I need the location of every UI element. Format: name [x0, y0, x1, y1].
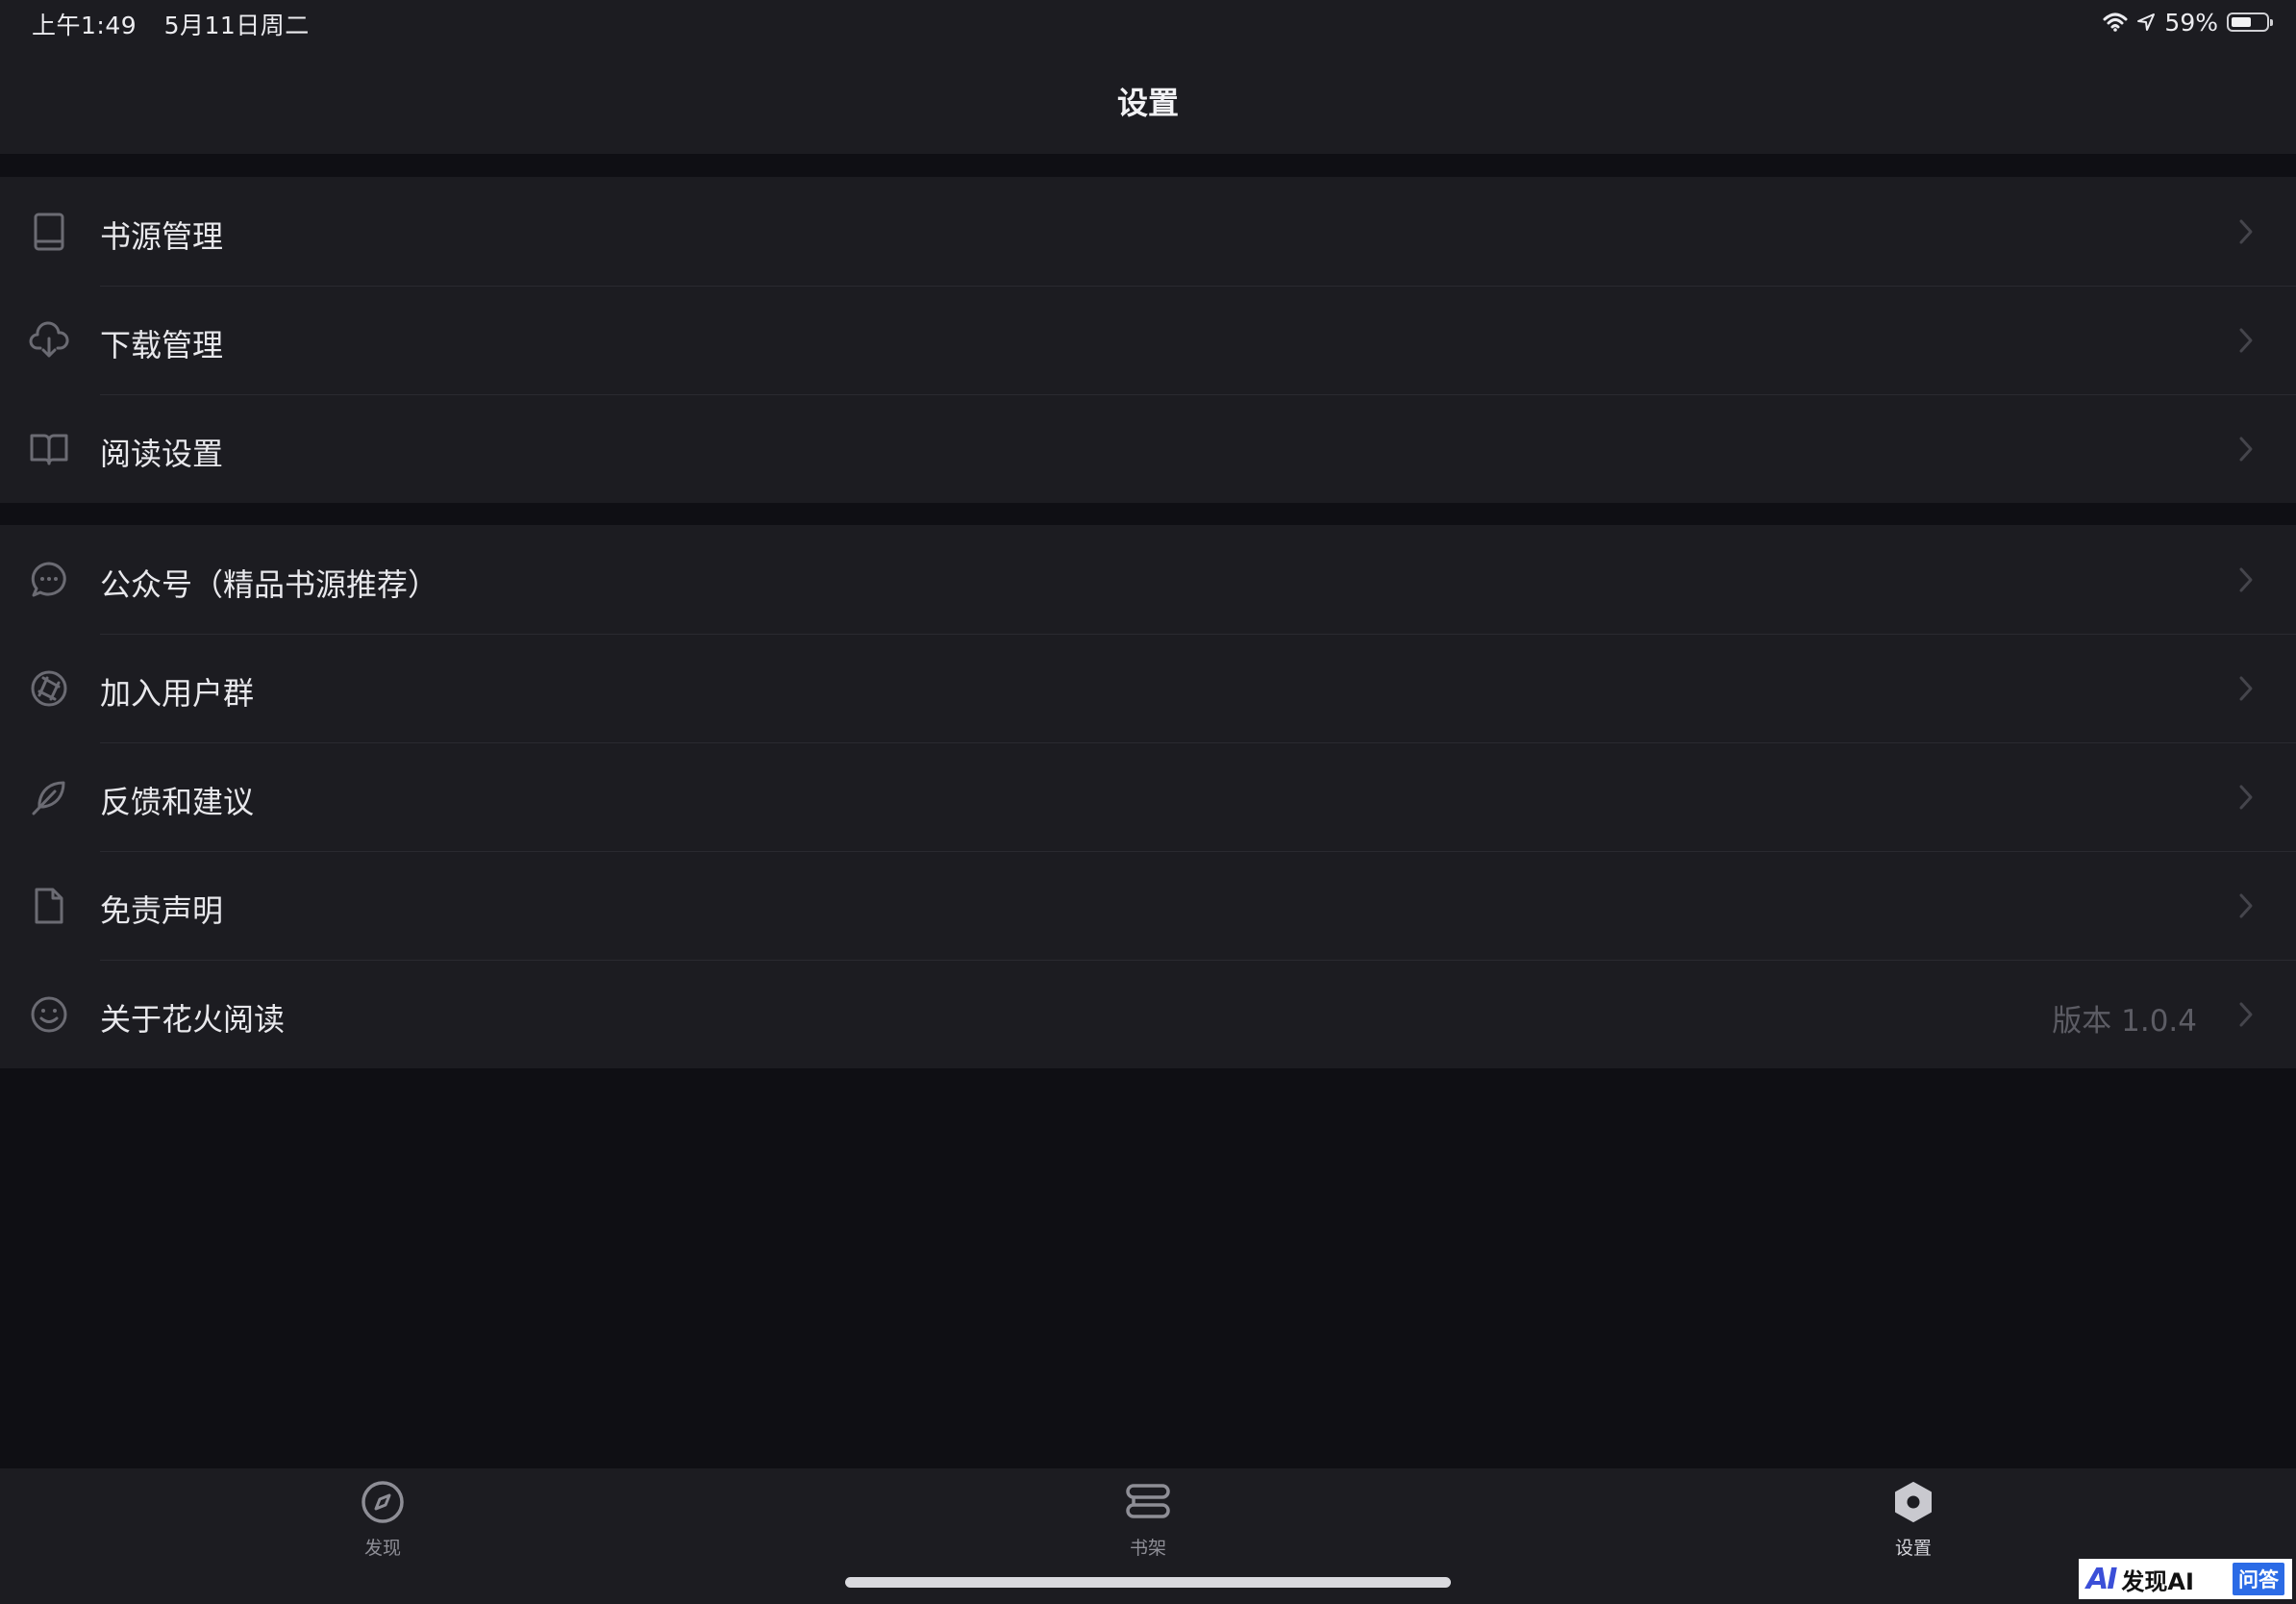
battery-icon	[2227, 13, 2273, 32]
settings-row-join-user-group[interactable]: 加入用户群	[0, 634, 2296, 742]
tab-settings[interactable]: 设置	[1846, 1478, 1981, 1574]
status-date: 5月11日周二	[163, 12, 310, 39]
wifi-icon	[2103, 13, 2128, 32]
row-label: 阅读设置	[100, 436, 224, 472]
row-label: 反馈和建议	[100, 784, 255, 820]
hexagon-settings-icon	[1889, 1478, 1937, 1526]
settings-row-feedback[interactable]: 反馈和建议	[0, 742, 2296, 851]
navigation-bar: 设置	[0, 44, 2296, 154]
version-label: 版本 1.0.4	[2052, 1004, 2197, 1039]
chevron-right-icon	[2236, 565, 2256, 594]
page-title: 设置	[1116, 85, 1179, 121]
status-bar-left: 上午1:49 5月11日周二	[32, 7, 310, 41]
chevron-right-icon	[2236, 674, 2256, 703]
chevron-right-icon	[2236, 326, 2256, 355]
battery-fill	[2232, 17, 2251, 27]
settings-row-download-management[interactable]: 下载管理	[0, 286, 2296, 394]
battery-percent: 59%	[2164, 8, 2218, 37]
row-label: 下载管理	[100, 327, 224, 363]
watermark-badge: 问答	[2233, 1563, 2284, 1595]
tab-label: 发现	[363, 1538, 401, 1559]
chevron-right-icon	[2236, 217, 2256, 246]
tab-label: 书架	[1129, 1538, 1166, 1559]
settings-row-official-account[interactable]: 公众号（精品书源推荐）	[0, 525, 2296, 634]
tab-bookshelf[interactable]: 书架	[1081, 1478, 1215, 1574]
row-label: 免责声明	[100, 892, 224, 929]
settings-row-disclaimer[interactable]: 免责声明	[0, 851, 2296, 960]
row-label: 公众号（精品书源推荐）	[100, 566, 439, 603]
settings-row-source-management[interactable]: 书源管理	[0, 177, 2296, 286]
watermark-logo: AI	[2086, 1562, 2117, 1596]
feather-icon	[29, 777, 69, 817]
settings-row-about[interactable]: 关于花火阅读 版本 1.0.4	[0, 960, 2296, 1068]
settings-group-1: 书源管理 下载管理 阅读设置	[0, 177, 2296, 503]
aperture-icon	[29, 668, 69, 709]
location-arrow-icon	[2136, 13, 2156, 32]
chevron-right-icon	[2236, 891, 2256, 920]
document-icon	[29, 886, 69, 926]
settings-group-2: 公众号（精品书源推荐） 加入用户群 反馈和建议 免责声明 关于花火阅读 版本 1…	[0, 525, 2296, 1068]
book-icon	[29, 212, 69, 252]
status-bar: 上午1:49 5月11日周二 59%	[0, 0, 2296, 44]
tab-label: 设置	[1894, 1538, 1932, 1559]
status-bar-right: 59%	[2103, 6, 2273, 38]
bookshelf-icon	[1124, 1478, 1172, 1526]
watermark: AI 发现AI 问答	[2079, 1559, 2292, 1599]
smile-icon	[29, 994, 69, 1035]
row-label: 书源管理	[100, 218, 224, 255]
chevron-right-icon	[2236, 1000, 2256, 1029]
home-indicator[interactable]	[845, 1577, 1451, 1588]
row-label: 关于花火阅读	[100, 1001, 286, 1038]
tab-discover[interactable]: 发现	[315, 1478, 450, 1574]
open-book-icon	[29, 429, 69, 469]
compass-icon	[359, 1478, 407, 1526]
chevron-right-icon	[2236, 783, 2256, 812]
chat-bubble-icon	[29, 560, 69, 600]
watermark-text: 发现AI	[2121, 1567, 2194, 1595]
status-time: 上午1:49	[32, 12, 137, 39]
settings-row-reading-settings[interactable]: 阅读设置	[0, 394, 2296, 503]
chevron-right-icon	[2236, 435, 2256, 464]
row-label: 加入用户群	[100, 675, 255, 712]
cloud-download-icon	[29, 320, 69, 361]
